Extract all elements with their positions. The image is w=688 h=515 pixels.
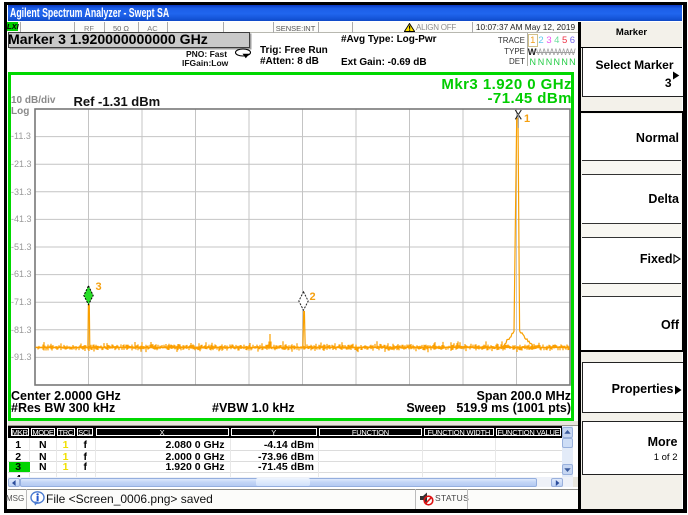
svg-text:3: 3 <box>96 281 102 293</box>
svg-text:1: 1 <box>524 113 530 125</box>
svg-text:2: 2 <box>310 291 316 303</box>
